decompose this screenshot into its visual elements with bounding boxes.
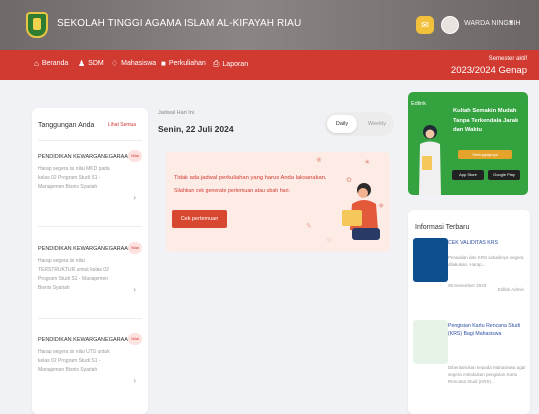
- reading-person-illustration: [342, 183, 380, 240]
- task-desc: Harap segera isi nilai UTS untuk kelas 0…: [38, 349, 110, 373]
- printer-icon: ⎙: [213, 59, 220, 68]
- student-illustration: [419, 125, 441, 195]
- users-icon: ♢: [111, 59, 119, 68]
- divider: [38, 226, 142, 227]
- news-thumbnail: [413, 238, 448, 282]
- banner-title: Kuliah Semakin Mudah Tanpa Terkendala Ja…: [453, 108, 519, 133]
- nav-label: SDM: [88, 60, 104, 67]
- graduation-cap-icon: ■: [161, 59, 166, 68]
- nav-label: Mahasiswa: [121, 60, 157, 67]
- tanggungan-card: Tanggungan Anda Lihat Semua Nilai PENDID…: [32, 108, 148, 414]
- divider: [38, 318, 142, 319]
- decoration-icon: ★: [364, 159, 371, 166]
- status-badge: Nilai: [128, 242, 142, 254]
- news-thumbnail: [413, 320, 448, 364]
- view-toggle: Daily Weekly: [324, 112, 394, 136]
- task-item[interactable]: Nilai PENDIDIKAN KEWARGANEGARAAN Harap s…: [38, 150, 142, 202]
- task-desc: Harap segera isi nilai TERSTRUKTUR untuk…: [38, 258, 109, 291]
- banner-more-button[interactable]: Selengkapnya: [458, 150, 512, 159]
- empty-subtitle: Silahkan cek generate pertemuan atau uba…: [174, 188, 291, 194]
- nav-item-mahasiswa[interactable]: ♢ Mahasiswa: [111, 59, 156, 68]
- decoration-icon: ✎: [306, 223, 312, 230]
- avatar[interactable]: [441, 16, 459, 34]
- chevron-down-icon[interactable]: ▾: [509, 18, 513, 27]
- arrow-right-icon[interactable]: ›: [133, 193, 136, 202]
- empty-schedule-panel: ❀ ★ ✿ ✎ ☆ ❖ Tidak ada jadwal perkuliahan…: [166, 152, 390, 252]
- nav-label: Perkuliahan: [168, 60, 206, 67]
- divider: [38, 140, 142, 141]
- empty-title: Tidak ada jadwal perkuliahan yang harus …: [174, 175, 327, 181]
- news-item-date: 06 Desember 2023: [448, 283, 487, 288]
- news-title: Informasi Terbaru: [415, 224, 470, 231]
- jadwal-label: Jadwal Hari Ini: [158, 110, 195, 116]
- nav-item-sdm[interactable]: ♟ SDM: [78, 59, 104, 68]
- jadwal-date: Senin, 22 Juli 2024: [158, 124, 234, 134]
- semester-label: Semester aktif: [488, 56, 527, 62]
- task-item[interactable]: Nilai PENDIDIKAN KEWARGANEGARAAN Harap s…: [38, 333, 142, 385]
- status-badge: Nilai: [128, 150, 142, 162]
- decoration-icon: ☆: [326, 237, 333, 244]
- news-item-author: Edlink Admin: [498, 287, 525, 292]
- campus-name: SEKOLAH TINGGI AGAMA ISLAM AL-KIFAYAH RI…: [57, 18, 302, 29]
- home-icon: ⌂: [34, 59, 39, 68]
- app-store-badge[interactable]: App Store: [452, 170, 484, 180]
- status-badge: Nilai: [128, 333, 142, 345]
- task-name: PENDIDIKAN KEWARGANEGARAAN: [38, 337, 132, 343]
- nav-label: Beranda: [41, 60, 69, 67]
- nav-item-laporan[interactable]: ⎙ Laporan: [213, 59, 248, 69]
- person-icon: ♟: [78, 59, 86, 68]
- google-play-badge[interactable]: Google Play: [488, 170, 520, 180]
- arrow-right-icon[interactable]: ›: [133, 285, 136, 294]
- task-name: PENDIDIKAN KEWARGANEGARAAN: [38, 246, 132, 252]
- task-item[interactable]: Nilai PENDIDIKAN KEWARGANEGARAAN Harap s…: [38, 242, 142, 294]
- tanggungan-title: Tanggungan Anda: [38, 122, 95, 129]
- news-item-title[interactable]: CEK VALIDITAS KRS: [448, 239, 526, 247]
- news-item-summary: Perwalian dan KRS sebaiknya segera dilak…: [448, 255, 524, 267]
- campus-logo: [26, 12, 48, 38]
- top-header: SEKOLAH TINGGI AGAMA ISLAM AL-KIFAYAH RI…: [0, 0, 539, 50]
- task-desc: Harap segera isi nilai MKD pada kelas 02…: [38, 166, 110, 190]
- news-item-title[interactable]: Pengisian Kartu Rencana Studi (KRS) Bagi…: [448, 322, 526, 338]
- news-item-summary: Diberitahukan kepada Mahasiswa agar sege…: [448, 365, 526, 384]
- see-all-link[interactable]: Lihat Semua: [108, 122, 136, 128]
- notification-icon[interactable]: ✉: [416, 16, 434, 34]
- nav-item-perkuliahan[interactable]: ■ Perkuliahan: [161, 59, 206, 68]
- arrow-right-icon[interactable]: ›: [133, 376, 136, 385]
- nav-item-beranda[interactable]: ⌂ Beranda: [34, 59, 68, 68]
- edlink-promo-banner[interactable]: Edlink Kuliah Semakin Mudah Tanpa Terken…: [408, 92, 528, 195]
- nav-label: Laporan: [222, 60, 249, 68]
- decoration-icon: ❀: [316, 157, 322, 164]
- tab-daily[interactable]: Daily: [327, 115, 357, 133]
- tab-weekly[interactable]: Weekly: [362, 115, 392, 133]
- news-card: Informasi Terbaru CEK VALIDITAS KRS Perw…: [408, 210, 530, 414]
- check-meeting-button[interactable]: Cek pertemuan: [172, 210, 227, 228]
- semester-value[interactable]: 2023/2024 Genap: [427, 65, 527, 76]
- edlink-logo: Edlink: [411, 101, 426, 107]
- task-name: PENDIDIKAN KEWARGANEGARAAN: [38, 154, 132, 160]
